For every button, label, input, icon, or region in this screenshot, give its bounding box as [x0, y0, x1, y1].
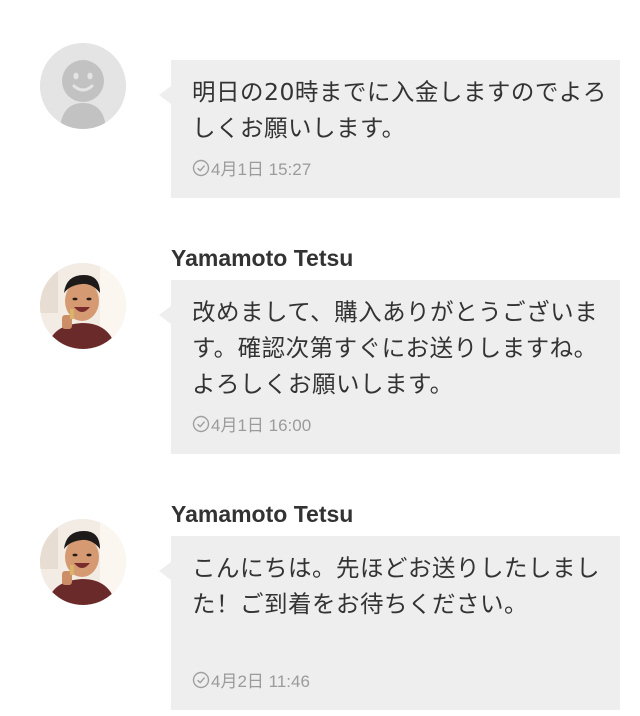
message-timestamp: 4月1日 15:27 [192, 155, 311, 180]
user-photo-avatar[interactable] [40, 519, 126, 605]
default-avatar-icon[interactable] [40, 43, 126, 129]
message-bubble: 改めまして、購入ありがとうございます。確認次第すぐにお送りしますね。よろしくお願… [159, 280, 620, 454]
message-bubble: こんにちは。先ほどお送りしたしました！ご到着をお待ちください。 4月2日 11:… [159, 536, 620, 710]
clock-icon [192, 159, 210, 176]
timestamp-text: 4月1日 15:27 [211, 160, 312, 179]
message-text: こんにちは。先ほどお送りしたしました！ご到着をお待ちください。 [192, 554, 600, 618]
message-bubble: 明日の20時までに入金しますのでよろしくお願いします。 4月1日 15:27 [159, 60, 620, 198]
message-text: 改めまして、購入ありがとうございます。確認次第すぐにお送りしますね。よろしくお願… [192, 298, 599, 398]
sender-name[interactable]: Yamamoto Tetsu [171, 245, 353, 272]
user-photo-avatar[interactable] [40, 263, 126, 349]
clock-icon [192, 671, 210, 688]
message-timestamp: 4月1日 16:00 [192, 411, 311, 436]
timestamp-text: 4月1日 16:00 [211, 416, 312, 435]
message-timestamp: 4月2日 11:46 [192, 667, 310, 692]
timestamp-text: 4月2日 11:46 [211, 672, 310, 691]
sender-name[interactable]: Yamamoto Tetsu [171, 501, 353, 528]
clock-icon [192, 415, 210, 432]
message-text: 明日の20時までに入金しますのでよろしくお願いします。 [192, 78, 607, 142]
message-thread: 明日の20時までに入金しますのでよろしくお願いします。 4月1日 15:27 Y… [0, 0, 640, 716]
